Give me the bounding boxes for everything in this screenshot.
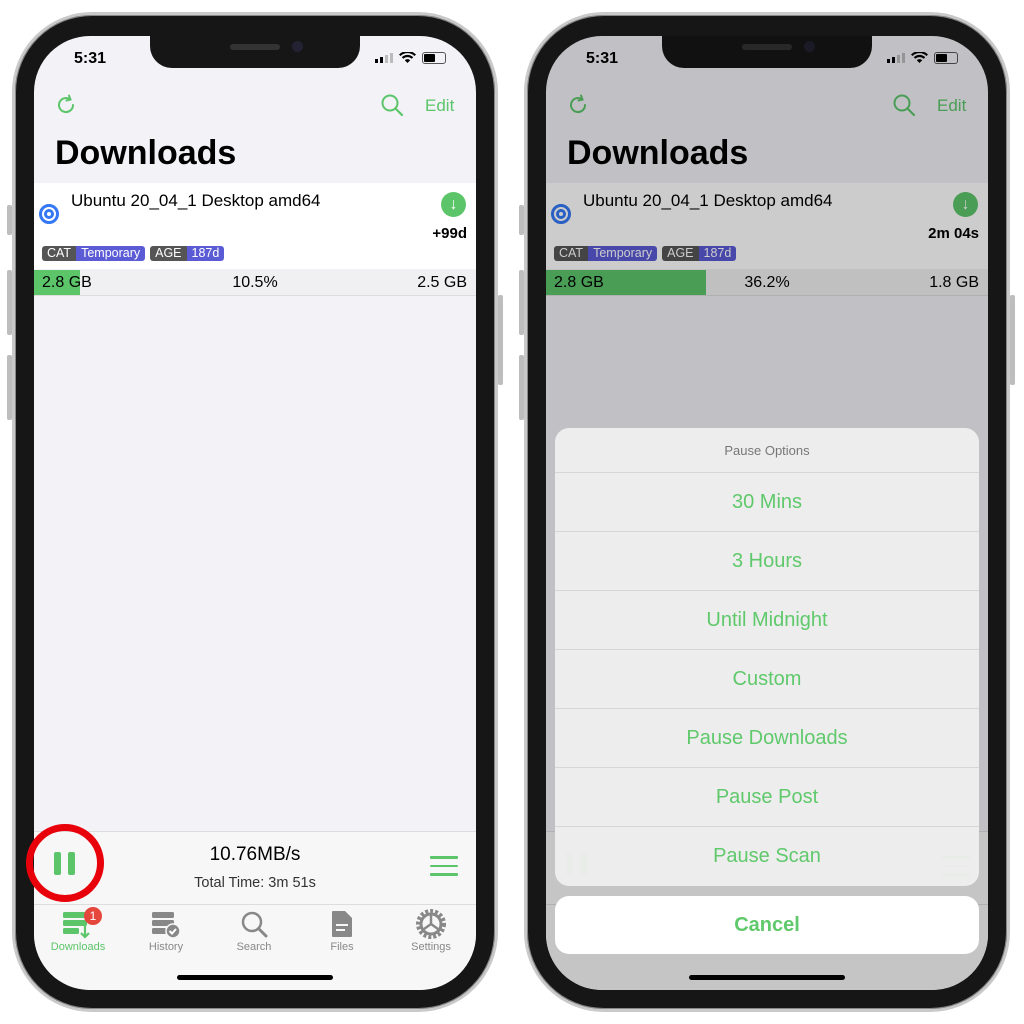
side-button bbox=[498, 295, 503, 385]
pause-option[interactable]: Custom bbox=[555, 650, 979, 709]
pause-option[interactable]: Pause Scan bbox=[555, 827, 979, 886]
pause-option[interactable]: Pause Downloads bbox=[555, 709, 979, 768]
mute-switch bbox=[519, 205, 524, 235]
download-arrow-icon: ↓ bbox=[441, 192, 466, 217]
pause-option[interactable]: Until Midnight bbox=[555, 591, 979, 650]
status-radio-icon[interactable] bbox=[39, 204, 59, 224]
home-indicator[interactable] bbox=[177, 975, 333, 980]
pause-option[interactable]: 30 Mins bbox=[555, 473, 979, 532]
download-item[interactable]: Ubuntu 20_04_1 Desktop amd64 ↓ +99d CAT T… bbox=[34, 183, 476, 269]
download-name: Ubuntu 20_04_1 Desktop amd64 bbox=[71, 191, 321, 210]
cancel-button[interactable]: Cancel bbox=[555, 896, 979, 954]
downloads-badge: 1 bbox=[84, 907, 102, 925]
remaining-size: 2.5 GB bbox=[417, 274, 467, 291]
tab-downloads[interactable]: Downloads 1 bbox=[38, 907, 118, 953]
side-button bbox=[1010, 295, 1015, 385]
file-icon bbox=[332, 911, 352, 937]
category-tag: CAT Temporary bbox=[42, 246, 146, 261]
volume-down-button bbox=[7, 355, 12, 420]
battery-icon bbox=[422, 52, 446, 64]
volume-down-button bbox=[519, 355, 524, 420]
signal-icon bbox=[375, 53, 393, 63]
tab-settings[interactable]: Settings bbox=[391, 907, 471, 953]
status-icons bbox=[375, 52, 446, 64]
age-tag: AGE 187d bbox=[150, 246, 225, 261]
menu-icon[interactable] bbox=[430, 856, 458, 882]
gear-icon bbox=[416, 909, 446, 939]
status-time: 5:31 bbox=[74, 50, 107, 67]
progress-bar: 2.8 GB 10.5% 2.5 GB bbox=[34, 270, 476, 296]
refresh-icon[interactable] bbox=[54, 93, 78, 117]
history-icon bbox=[152, 912, 181, 939]
tab-search[interactable]: Search bbox=[214, 907, 294, 953]
wifi-icon bbox=[399, 52, 416, 63]
sheet-title: Pause Options bbox=[555, 428, 979, 473]
pause-option[interactable]: 3 Hours bbox=[555, 532, 979, 591]
highlight-circle bbox=[26, 824, 104, 902]
volume-up-button bbox=[7, 270, 12, 335]
edit-button[interactable]: Edit bbox=[425, 96, 454, 116]
notch bbox=[150, 36, 360, 68]
tab-files[interactable]: Files bbox=[302, 907, 382, 953]
mute-switch bbox=[7, 205, 12, 235]
pause-options-sheet: Pause Options 30 Mins 3 Hours Until Midnigh… bbox=[555, 428, 979, 886]
tab-history[interactable]: History bbox=[126, 907, 206, 953]
progress-percent: 10.5% bbox=[232, 274, 278, 291]
search-icon[interactable] bbox=[380, 93, 404, 117]
volume-up-button bbox=[519, 270, 524, 335]
pause-option[interactable]: Pause Post bbox=[555, 768, 979, 827]
phone-screen: 5:31 Edit Downloads Ubuntu 20_04_1 Deskt… bbox=[546, 36, 988, 990]
download-eta: +99d bbox=[432, 225, 467, 242]
page-title: Downloads bbox=[55, 134, 237, 172]
search-tab-icon bbox=[241, 911, 268, 938]
